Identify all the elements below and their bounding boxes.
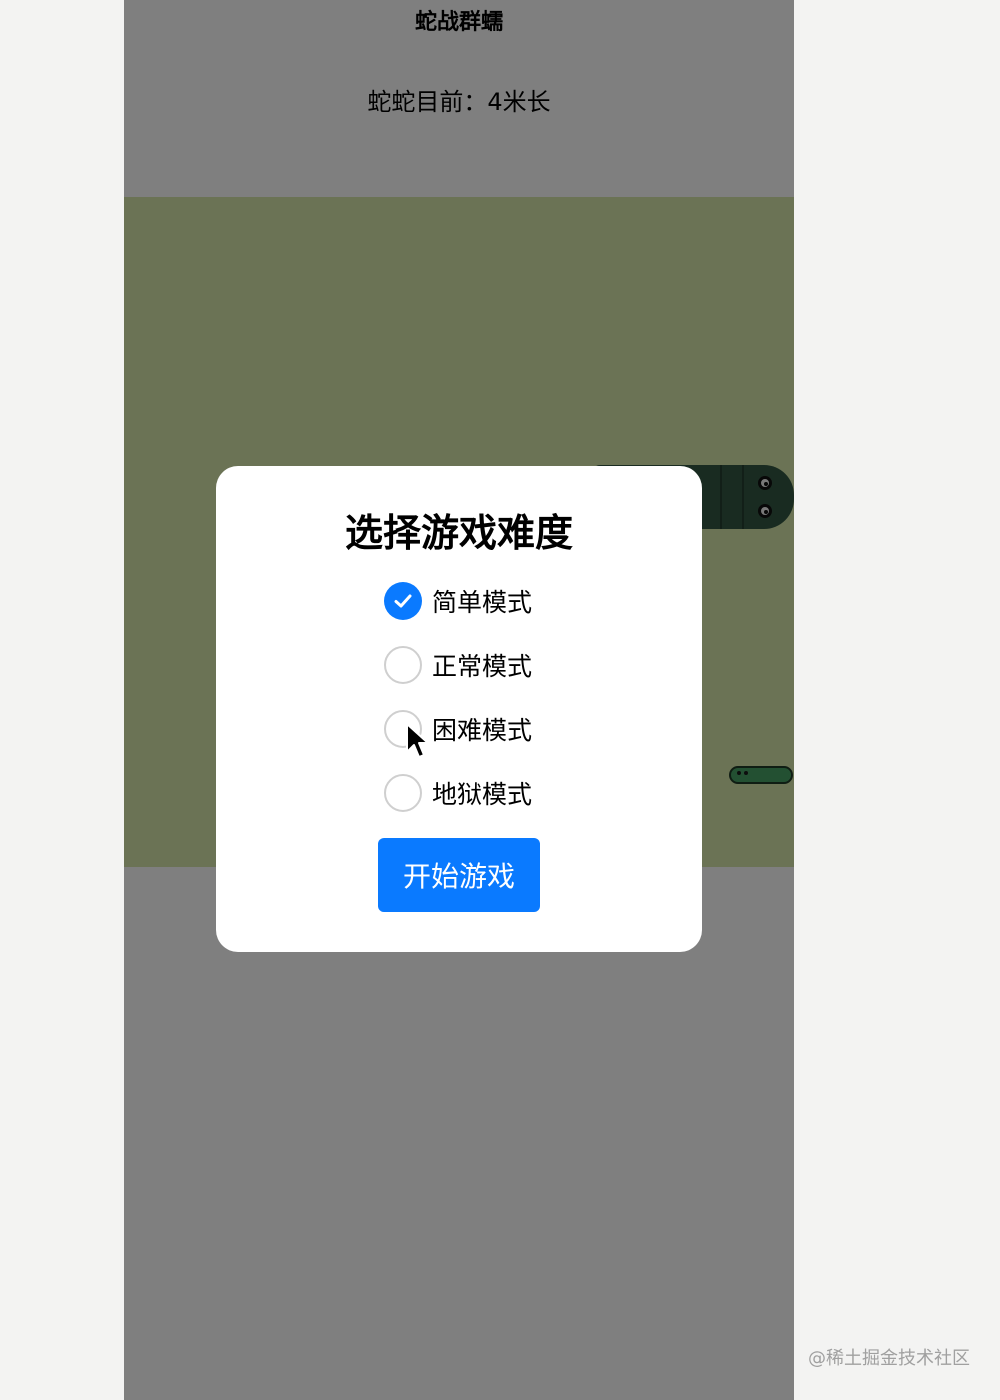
checkmark-icon <box>394 594 412 608</box>
radio-unchecked-icon[interactable] <box>384 646 422 684</box>
game-screen: 蛇战群蠕 蛇蛇目前：4米长 选择游戏难度 简单模式 正常模式 <box>124 0 794 1400</box>
difficulty-option-easy[interactable]: 简单模式 <box>384 581 532 621</box>
dialog-title: 选择游戏难度 <box>344 511 573 555</box>
start-game-button[interactable]: 开始游戏 <box>378 838 540 912</box>
difficulty-option-hell[interactable]: 地狱模式 <box>384 773 532 813</box>
radio-checked-icon[interactable] <box>384 582 422 620</box>
option-label: 困难模式 <box>432 716 533 745</box>
radio-unchecked-icon[interactable] <box>384 774 422 812</box>
option-label: 正常模式 <box>432 652 533 681</box>
watermark: @稀土掘金技术社区 <box>808 1348 970 1369</box>
option-label: 地狱模式 <box>432 780 533 809</box>
difficulty-option-normal[interactable]: 正常模式 <box>384 645 532 685</box>
option-label: 简单模式 <box>432 588 533 617</box>
difficulty-dialog: 选择游戏难度 简单模式 正常模式 困难模式 地狱模式 开始游戏 <box>216 466 702 952</box>
mouse-pointer-icon <box>406 723 429 758</box>
